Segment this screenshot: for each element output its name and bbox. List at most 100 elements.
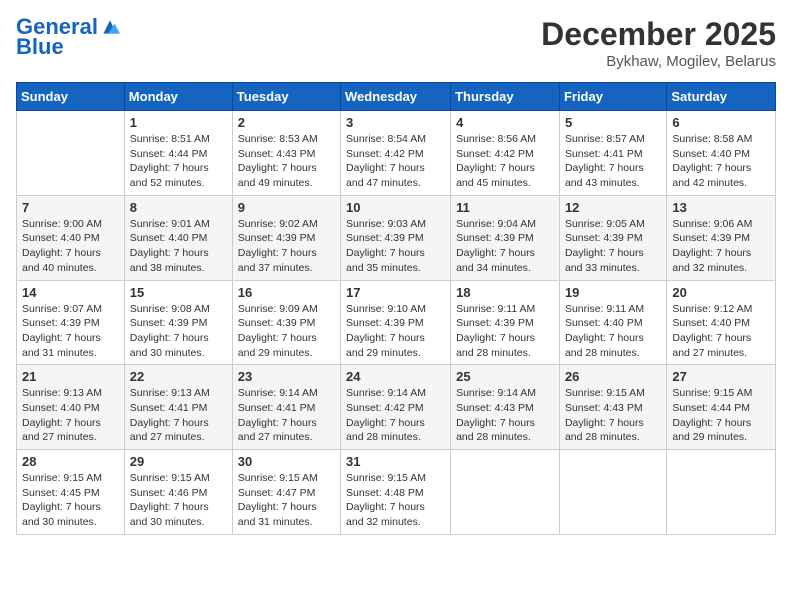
day-info: Sunrise: 8:53 AM Sunset: 4:43 PM Dayligh… — [238, 132, 335, 191]
day-number: 20 — [672, 285, 770, 300]
calendar-cell: 15 Sunrise: 9:08 AM Sunset: 4:39 PM Dayli… — [124, 280, 232, 365]
day-info: Sunrise: 9:06 AM Sunset: 4:39 PM Dayligh… — [672, 217, 770, 276]
day-info: Sunrise: 9:00 AM Sunset: 4:40 PM Dayligh… — [22, 217, 119, 276]
calendar-cell: 14Sunrise: 9:07 AM Sunset: 4:39 PM Dayli… — [17, 280, 125, 365]
day-number: 23 — [238, 369, 335, 384]
day-info: Sunrise: 9:12 AM Sunset: 4:40 PM Dayligh… — [672, 302, 770, 361]
day-info: Sunrise: 8:58 AM Sunset: 4:40 PM Dayligh… — [672, 132, 770, 191]
day-number: 11 — [456, 200, 554, 215]
day-info: Sunrise: 8:56 AM Sunset: 4:42 PM Dayligh… — [456, 132, 554, 191]
calendar-cell: 10 Sunrise: 9:03 AM Sunset: 4:39 PM Dayli… — [341, 195, 451, 280]
calendar-table: SundayMondayTuesdayWednesdayThursdayFrid… — [16, 82, 776, 535]
day-info: Sunrise: 9:14 AM Sunset: 4:42 PM Dayligh… — [346, 386, 445, 445]
day-info: Sunrise: 8:57 AM Sunset: 4:41 PM Dayligh… — [565, 132, 661, 191]
day-number: 31 — [346, 454, 445, 469]
day-info: Sunrise: 9:15 AM Sunset: 4:43 PM Dayligh… — [565, 386, 661, 445]
day-info: Sunrise: 9:11 AM Sunset: 4:40 PM Dayligh… — [565, 302, 661, 361]
day-number: 27 — [672, 369, 770, 384]
calendar-cell: 23Sunrise: 9:14 AM Sunset: 4:41 PM Dayli… — [232, 365, 340, 450]
calendar-cell — [559, 450, 666, 535]
day-number: 5 — [565, 115, 661, 130]
day-info: Sunrise: 9:04 AM Sunset: 4:39 PM Dayligh… — [456, 217, 554, 276]
calendar-cell: 20 Sunrise: 9:12 AM Sunset: 4:40 PM Dayli… — [667, 280, 776, 365]
calendar-cell: 2 Sunrise: 8:53 AM Sunset: 4:43 PM Daylig… — [232, 111, 340, 196]
day-number: 25 — [456, 369, 554, 384]
day-number: 2 — [238, 115, 335, 130]
calendar-cell: 5 Sunrise: 8:57 AM Sunset: 4:41 PM Daylig… — [559, 111, 666, 196]
title-block: December 2025 Bykhaw, Mogilev, Belarus — [541, 16, 776, 70]
calendar-cell: 18 Sunrise: 9:11 AM Sunset: 4:39 PM Dayli… — [451, 280, 560, 365]
calendar-cell: 7 Sunrise: 9:00 AM Sunset: 4:40 PM Daylig… — [17, 195, 125, 280]
day-number: 3 — [346, 115, 445, 130]
calendar-cell: 31 Sunrise: 9:15 AM Sunset: 4:48 PM Dayli… — [341, 450, 451, 535]
month-title: December 2025 — [541, 16, 776, 53]
calendar-cell — [17, 111, 125, 196]
day-number: 13 — [672, 200, 770, 215]
calendar-cell: 24Sunrise: 9:14 AM Sunset: 4:42 PM Dayli… — [341, 365, 451, 450]
calendar-cell: 8 Sunrise: 9:01 AM Sunset: 4:40 PM Daylig… — [124, 195, 232, 280]
day-number: 29 — [130, 454, 227, 469]
day-number: 9 — [238, 200, 335, 215]
calendar-week-4: 21Sunrise: 9:13 AM Sunset: 4:40 PM Dayli… — [17, 365, 776, 450]
calendar-cell: 6 Sunrise: 8:58 AM Sunset: 4:40 PM Daylig… — [667, 111, 776, 196]
day-number: 4 — [456, 115, 554, 130]
calendar-cell: 12Sunrise: 9:05 AM Sunset: 4:39 PM Dayli… — [559, 195, 666, 280]
calendar-cell: 4 Sunrise: 8:56 AM Sunset: 4:42 PM Daylig… — [451, 111, 560, 196]
day-info: Sunrise: 9:07 AM Sunset: 4:39 PM Dayligh… — [22, 302, 119, 361]
calendar-cell: 19 Sunrise: 9:11 AM Sunset: 4:40 PM Dayli… — [559, 280, 666, 365]
day-number: 6 — [672, 115, 770, 130]
day-number: 1 — [130, 115, 227, 130]
day-number: 10 — [346, 200, 445, 215]
calendar-week-5: 28 Sunrise: 9:15 AM Sunset: 4:45 PM Dayli… — [17, 450, 776, 535]
day-header-monday: Monday — [124, 83, 232, 111]
day-info: Sunrise: 9:05 AM Sunset: 4:39 PM Dayligh… — [565, 217, 661, 276]
day-number: 8 — [130, 200, 227, 215]
calendar-cell: 26 Sunrise: 9:15 AM Sunset: 4:43 PM Dayli… — [559, 365, 666, 450]
calendar-cell: 21Sunrise: 9:13 AM Sunset: 4:40 PM Dayli… — [17, 365, 125, 450]
day-info: Sunrise: 9:13 AM Sunset: 4:40 PM Dayligh… — [22, 386, 119, 445]
day-number: 26 — [565, 369, 661, 384]
day-info: Sunrise: 8:54 AM Sunset: 4:42 PM Dayligh… — [346, 132, 445, 191]
day-info: Sunrise: 9:11 AM Sunset: 4:39 PM Dayligh… — [456, 302, 554, 361]
day-header-saturday: Saturday — [667, 83, 776, 111]
calendar-cell — [667, 450, 776, 535]
day-info: Sunrise: 9:14 AM Sunset: 4:43 PM Dayligh… — [456, 386, 554, 445]
calendar-cell: 1 Sunrise: 8:51 AM Sunset: 4:44 PM Daylig… — [124, 111, 232, 196]
day-info: Sunrise: 9:15 AM Sunset: 4:44 PM Dayligh… — [672, 386, 770, 445]
day-info: Sunrise: 9:03 AM Sunset: 4:39 PM Dayligh… — [346, 217, 445, 276]
calendar-cell: 28 Sunrise: 9:15 AM Sunset: 4:45 PM Dayli… — [17, 450, 125, 535]
day-number: 15 — [130, 285, 227, 300]
logo: General Blue — [16, 16, 120, 60]
calendar-cell: 13 Sunrise: 9:06 AM Sunset: 4:39 PM Dayli… — [667, 195, 776, 280]
day-number: 22 — [130, 369, 227, 384]
day-header-tuesday: Tuesday — [232, 83, 340, 111]
day-info: Sunrise: 9:15 AM Sunset: 4:46 PM Dayligh… — [130, 471, 227, 530]
day-info: Sunrise: 9:15 AM Sunset: 4:45 PM Dayligh… — [22, 471, 119, 530]
calendar-week-1: 1 Sunrise: 8:51 AM Sunset: 4:44 PM Daylig… — [17, 111, 776, 196]
day-info: Sunrise: 9:15 AM Sunset: 4:48 PM Dayligh… — [346, 471, 445, 530]
calendar-cell: 25 Sunrise: 9:14 AM Sunset: 4:43 PM Dayli… — [451, 365, 560, 450]
day-info: Sunrise: 9:01 AM Sunset: 4:40 PM Dayligh… — [130, 217, 227, 276]
calendar-body: 1 Sunrise: 8:51 AM Sunset: 4:44 PM Daylig… — [17, 111, 776, 535]
day-info: Sunrise: 9:10 AM Sunset: 4:39 PM Dayligh… — [346, 302, 445, 361]
calendar-week-3: 14Sunrise: 9:07 AM Sunset: 4:39 PM Dayli… — [17, 280, 776, 365]
day-number: 7 — [22, 200, 119, 215]
calendar-cell: 3 Sunrise: 8:54 AM Sunset: 4:42 PM Daylig… — [341, 111, 451, 196]
location-subtitle: Bykhaw, Mogilev, Belarus — [541, 53, 776, 70]
day-info: Sunrise: 9:08 AM Sunset: 4:39 PM Dayligh… — [130, 302, 227, 361]
calendar-cell: 17 Sunrise: 9:10 AM Sunset: 4:39 PM Dayli… — [341, 280, 451, 365]
day-number: 18 — [456, 285, 554, 300]
day-info: Sunrise: 9:09 AM Sunset: 4:39 PM Dayligh… — [238, 302, 335, 361]
day-number: 19 — [565, 285, 661, 300]
calendar-cell: 16 Sunrise: 9:09 AM Sunset: 4:39 PM Dayli… — [232, 280, 340, 365]
day-header-thursday: Thursday — [451, 83, 560, 111]
day-number: 16 — [238, 285, 335, 300]
calendar-cell: 30Sunrise: 9:15 AM Sunset: 4:47 PM Dayli… — [232, 450, 340, 535]
day-info: Sunrise: 9:02 AM Sunset: 4:39 PM Dayligh… — [238, 217, 335, 276]
days-header-row: SundayMondayTuesdayWednesdayThursdayFrid… — [17, 83, 776, 111]
day-number: 17 — [346, 285, 445, 300]
day-number: 28 — [22, 454, 119, 469]
calendar-cell: 22Sunrise: 9:13 AM Sunset: 4:41 PM Dayli… — [124, 365, 232, 450]
day-info: Sunrise: 8:51 AM Sunset: 4:44 PM Dayligh… — [130, 132, 227, 191]
logo-icon — [100, 17, 120, 37]
